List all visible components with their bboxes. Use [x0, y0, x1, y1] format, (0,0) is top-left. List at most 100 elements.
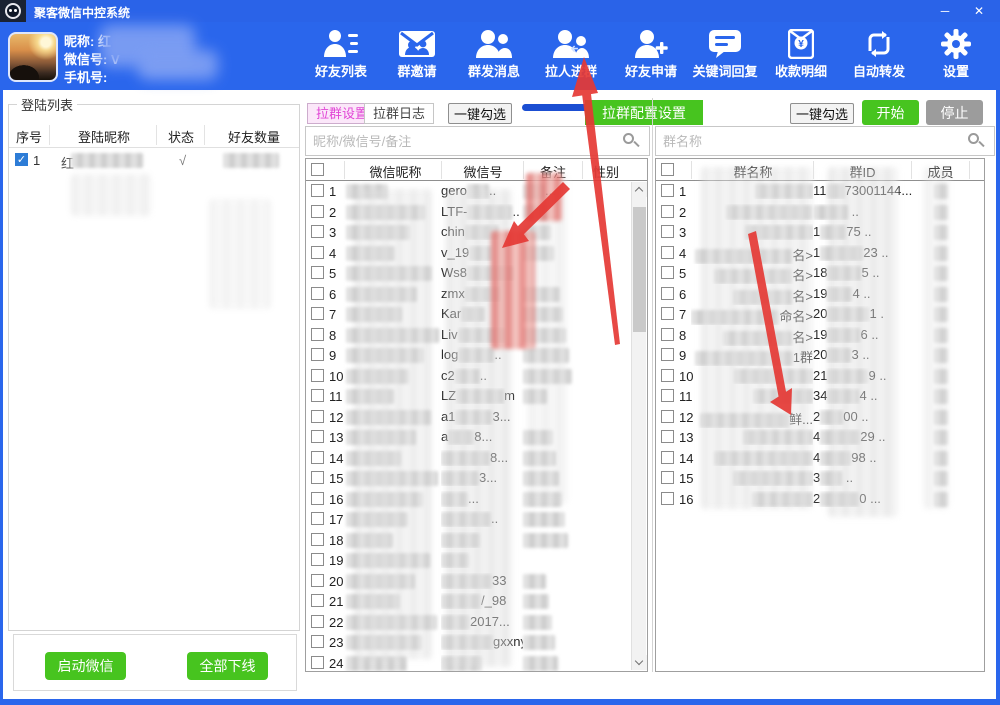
nav-group-message[interactable]: 群发消息	[456, 22, 532, 90]
row-checkbox[interactable]	[311, 574, 324, 587]
row-checkbox[interactable]	[661, 348, 674, 361]
row-checkbox[interactable]	[661, 471, 674, 484]
row-number: 22	[329, 615, 343, 630]
nav-group-invite[interactable]: 群邀请	[379, 22, 455, 90]
row-number: 13	[329, 430, 343, 445]
row-checkbox[interactable]	[311, 430, 324, 443]
row-number: 23	[329, 635, 343, 650]
row-checkbox[interactable]	[661, 307, 674, 320]
login-table-header: 序号 登陆昵称 状态 好友数量	[9, 122, 299, 148]
minimize-button[interactable]: ─	[930, 0, 960, 22]
row-checkbox[interactable]	[661, 266, 674, 279]
redaction-blur-red	[526, 173, 562, 221]
scrollbar-thumb[interactable]	[633, 207, 646, 332]
row-checkbox[interactable]	[311, 287, 324, 300]
row-checkbox[interactable]	[661, 389, 674, 402]
row-number: 18	[329, 533, 343, 548]
nav-friend-request[interactable]: 好友申请	[612, 22, 690, 90]
cell-remark	[523, 532, 583, 548]
redacted-remark	[523, 656, 558, 671]
row-checkbox[interactable]	[311, 348, 324, 361]
row-checkbox[interactable]	[311, 512, 324, 525]
start-button[interactable]: 开始	[862, 100, 919, 125]
row-checkbox[interactable]	[661, 410, 674, 423]
search-icon	[968, 133, 984, 149]
row-checkbox[interactable]	[311, 656, 324, 669]
friend-search-box	[305, 126, 650, 156]
row-checkbox[interactable]	[311, 369, 324, 382]
row-checkbox[interactable]	[661, 369, 674, 382]
row-number: 1	[679, 184, 686, 199]
offline-all-button[interactable]: 全部下线	[187, 652, 268, 680]
row-checkbox[interactable]	[661, 246, 674, 259]
login-row[interactable]: ✓ 1 红 √	[9, 150, 299, 172]
row-checkbox[interactable]	[661, 205, 674, 218]
row-checkbox[interactable]	[311, 266, 324, 279]
row-checkbox[interactable]	[311, 307, 324, 320]
row-checkbox[interactable]	[311, 246, 324, 259]
row-checkbox[interactable]	[311, 225, 324, 238]
row-checkbox[interactable]	[661, 451, 674, 464]
row-checkbox[interactable]	[311, 410, 324, 423]
row-number: 20	[329, 574, 343, 589]
row-number: 15	[329, 471, 343, 486]
row-checkbox[interactable]	[311, 492, 324, 505]
redacted-remark	[523, 615, 552, 630]
row-checkbox[interactable]	[311, 594, 324, 607]
row-checkbox[interactable]	[311, 184, 324, 197]
redacted-remark	[523, 635, 555, 650]
nav-payment-detail[interactable]: ¥ 收款明细	[763, 22, 839, 90]
row-number: 12	[329, 410, 343, 425]
group-search-input[interactable]	[656, 127, 994, 155]
row-checkbox[interactable]	[661, 328, 674, 341]
svg-text:¥: ¥	[798, 39, 804, 50]
nav-friend-list[interactable]: 好友列表	[303, 22, 379, 90]
groups-table: 群名称 群ID 成员 11173001144...2 ..3175 ..4名>1…	[655, 158, 985, 672]
stop-button[interactable]: 停止	[926, 100, 983, 125]
col-login-nickname: 登陆昵称	[78, 127, 130, 146]
row-checkbox[interactable]	[311, 553, 324, 566]
close-button[interactable]: ✕	[964, 0, 994, 22]
row-checkbox[interactable]	[311, 389, 324, 402]
row-checkbox[interactable]	[311, 451, 324, 464]
row-checkbox[interactable]	[311, 533, 324, 546]
select-all-groups-button[interactable]: 一键勾选	[790, 103, 854, 124]
friend-search-input[interactable]	[306, 127, 649, 155]
redaction-blur	[924, 167, 950, 509]
phone-row: 手机号:	[64, 67, 107, 86]
scroll-down-arrow[interactable]	[632, 655, 647, 670]
start-wechat-button[interactable]: 启动微信	[45, 652, 126, 680]
nav-keyword-reply[interactable]: 关键词回复	[681, 22, 769, 90]
pull-into-group-icon	[551, 29, 591, 59]
cell-remark	[523, 573, 583, 589]
row-checkbox[interactable]	[311, 615, 324, 628]
row-number: 14	[329, 451, 343, 466]
row-checkbox[interactable]	[661, 492, 674, 505]
row-checkbox[interactable]	[311, 328, 324, 341]
row-number: 6	[329, 287, 336, 302]
tab-pull-group-log[interactable]: 拉群日志	[364, 103, 434, 124]
select-all-checkbox[interactable]	[661, 163, 674, 176]
row-checkbox[interactable]	[661, 184, 674, 197]
login-row-checkbox[interactable]: ✓	[15, 153, 28, 166]
row-checkbox[interactable]	[661, 225, 674, 238]
nav-settings[interactable]: 设置	[926, 22, 986, 90]
select-all-checkbox[interactable]	[311, 163, 324, 176]
window-border	[0, 699, 1000, 705]
row-number: 5	[679, 266, 686, 281]
row-checkbox[interactable]	[311, 471, 324, 484]
pull-group-config-button[interactable]: 拉群配置设置	[585, 100, 703, 125]
row-number: 5	[329, 266, 336, 281]
row-number: 4	[679, 246, 686, 261]
redaction-blur	[71, 174, 151, 216]
nav-pull-into-group[interactable]: 拉人进群	[532, 22, 610, 90]
redaction-blur	[138, 50, 218, 80]
row-checkbox[interactable]	[661, 287, 674, 300]
nav-auto-forward[interactable]: 自动转发	[841, 22, 917, 90]
row-checkbox[interactable]	[661, 430, 674, 443]
scroll-up-arrow[interactable]	[632, 182, 647, 197]
row-checkbox[interactable]	[311, 635, 324, 648]
select-all-friends-button[interactable]: 一键勾选	[448, 103, 512, 124]
row-checkbox[interactable]	[311, 205, 324, 218]
friends-table-scrollbar[interactable]	[631, 182, 646, 670]
